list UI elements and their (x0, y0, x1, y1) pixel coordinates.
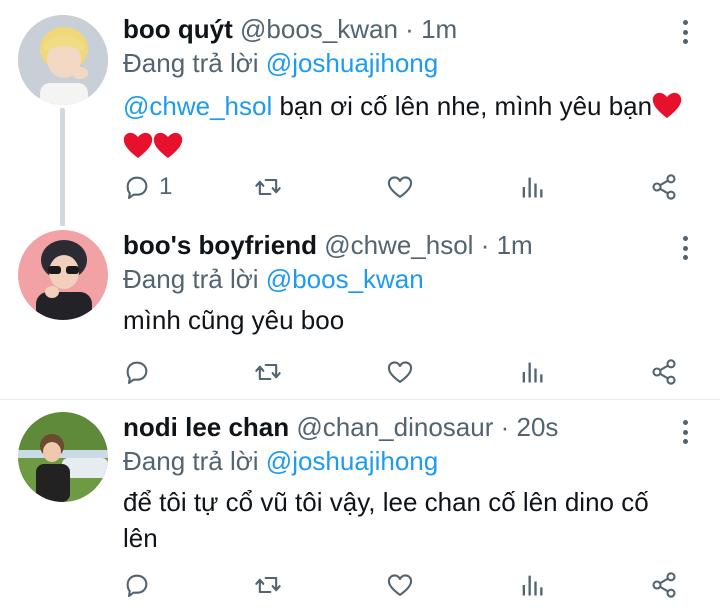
more-vertical-icon[interactable] (680, 236, 690, 260)
share-icon (652, 174, 676, 200)
heart-icon (387, 176, 413, 198)
timestamp[interactable]: 20s (517, 412, 559, 442)
heart-icon (387, 361, 413, 383)
separator-dot: · (480, 230, 490, 260)
thread-line (60, 108, 65, 226)
tweet-header: boo's boyfriend @chwe_hsol · 1m (123, 228, 700, 262)
text-mention[interactable]: @chwe_hsol (123, 91, 272, 121)
action-bar: 1 (0, 172, 720, 202)
like-button[interactable] (386, 570, 414, 600)
more-vertical-icon[interactable] (680, 20, 690, 44)
avatar[interactable] (18, 412, 108, 502)
username[interactable]: @chan_dinosaur (296, 412, 493, 442)
avatar[interactable] (18, 15, 108, 105)
replying-to: Đang trả lời @joshuajihong (123, 444, 700, 478)
replying-to-mention[interactable]: @boos_kwan (266, 264, 424, 294)
heart-emoji-1 (652, 91, 682, 128)
reply-button[interactable] (123, 357, 151, 387)
analytics-icon (522, 575, 543, 596)
replying-prefix: Đang trả lời (123, 264, 259, 294)
share-button[interactable] (650, 172, 678, 202)
reply-icon (126, 574, 148, 598)
share-icon (652, 359, 676, 385)
retweet-icon (255, 576, 281, 594)
like-button[interactable] (386, 172, 414, 202)
share-icon (652, 572, 676, 598)
tweet-text: để tôi tự cổ vũ tôi vậy, lee chan cố lên… (123, 487, 649, 553)
replying-to-mention[interactable]: @joshuajihong (266, 446, 438, 476)
reply-icon (126, 176, 148, 200)
tweet-text: mình cũng yêu boo (123, 305, 345, 335)
action-bar (0, 357, 720, 387)
analytics-icon (522, 177, 543, 198)
tweet-1[interactable]: boo quýt @boos_kwan · 1m Đang trả lời @j… (0, 0, 720, 226)
timestamp[interactable]: 1m (421, 14, 457, 44)
replying-to: Đang trả lời @joshuajihong (123, 46, 700, 80)
separator-dot: · (405, 14, 414, 44)
username[interactable]: @boos_kwan (240, 14, 398, 44)
heart-emoji-3 (153, 131, 183, 168)
analytics-icon (522, 362, 543, 383)
tweet-body: bạn ơi cố lên nhe, mình yêu bạn (272, 91, 653, 121)
analytics-button[interactable] (518, 570, 546, 600)
separator-dot: · (500, 412, 510, 442)
reply-icon (126, 361, 148, 385)
avatar[interactable] (18, 230, 108, 320)
replying-to: Đang trả lời @boos_kwan (123, 262, 700, 296)
reply-count: 1 (159, 173, 173, 200)
display-name[interactable]: boo quýt (123, 14, 233, 44)
retweet-button[interactable] (254, 357, 282, 387)
like-button[interactable] (386, 357, 414, 387)
share-button[interactable] (650, 570, 678, 600)
more-vertical-icon[interactable] (680, 420, 690, 444)
username[interactable]: @chwe_hsol (324, 230, 473, 260)
display-name[interactable]: nodi lee chan (123, 412, 289, 442)
replying-to-mention[interactable]: @joshuajihong (266, 48, 438, 78)
reply-button[interactable]: 1 (123, 172, 172, 202)
retweet-icon (255, 363, 281, 381)
retweet-icon (255, 178, 281, 196)
replying-prefix: Đang trả lời (123, 446, 259, 476)
tweet-header: boo quýt @boos_kwan · 1m (123, 12, 700, 46)
timestamp[interactable]: 1m (497, 230, 533, 260)
display-name[interactable]: boo's boyfriend (123, 230, 317, 260)
tweet-3[interactable]: nodi lee chan @chan_dinosaur · 20s Đang … (0, 400, 720, 610)
replying-prefix: Đang trả lời (123, 48, 259, 78)
analytics-button[interactable] (518, 172, 546, 202)
heart-emoji-2 (123, 131, 153, 168)
retweet-button[interactable] (254, 172, 282, 202)
tweet-text: @chwe_hsol bạn ơi cố lên nhe, mình yêu b… (123, 88, 700, 168)
reply-button[interactable] (123, 570, 151, 600)
tweet-2[interactable]: boo's boyfriend @chwe_hsol · 1m Đang trả… (0, 220, 720, 395)
heart-icon (387, 574, 413, 596)
tweet-header: nodi lee chan @chan_dinosaur · 20s (123, 410, 700, 444)
share-button[interactable] (650, 357, 678, 387)
analytics-button[interactable] (518, 357, 546, 387)
retweet-button[interactable] (254, 570, 282, 600)
action-bar (0, 570, 720, 600)
